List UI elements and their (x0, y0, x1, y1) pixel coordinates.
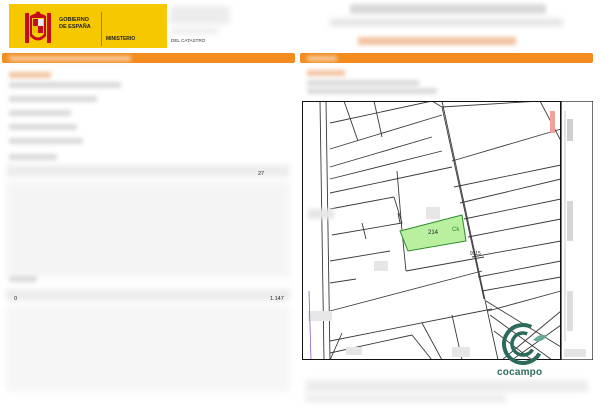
blurred-map-line (307, 80, 419, 86)
value-0: 0 (14, 296, 18, 302)
blurred-footer-line (306, 394, 506, 402)
gov-line1: GOBIERNO (59, 17, 89, 23)
page-header: GOBIERNO DE ESPAÑA MINISTERIO DEL CATAST… (0, 0, 600, 52)
gov-line2: DE ESPAÑA (59, 23, 91, 30)
blurred-line (9, 96, 97, 102)
blurred-header-block (170, 6, 230, 24)
government-logo: GOBIERNO DE ESPAÑA MINISTERIO (9, 4, 167, 48)
blurred-footer-line (306, 380, 588, 392)
blurred-left-heading (9, 56, 131, 61)
blurred-table-header (6, 165, 290, 177)
blurred-reference (358, 37, 516, 45)
right-section-bar (300, 53, 593, 63)
value-27: 27 (258, 171, 265, 177)
blurred-line (9, 110, 71, 116)
blurred-table-body (6, 182, 290, 277)
blurred-line (9, 138, 83, 144)
ministry-label: MINISTERIO (106, 36, 136, 42)
blurred-line (9, 276, 37, 282)
blurred-line (9, 82, 121, 88)
blurred-header-line (170, 28, 218, 34)
blurred-right-heading (307, 56, 337, 61)
blurred-doc-subtitle (330, 19, 563, 26)
blurred-map-label (307, 70, 345, 76)
blurred-label (9, 72, 51, 78)
blurred-line (9, 124, 77, 130)
blurred-line (9, 154, 57, 160)
government-text: GOBIERNO DE ESPAÑA (59, 17, 91, 30)
cocampo-watermark-text: cocampo (497, 367, 543, 378)
blurred-doc-title (350, 4, 546, 14)
value-1147: 1.147 (270, 296, 284, 302)
logo-divider (101, 12, 102, 46)
coat-of-arms-icon (25, 11, 51, 43)
blurred-map-line (307, 88, 437, 94)
blurred-row (6, 289, 290, 301)
catastro-label: DEL CATASTRO (171, 38, 206, 43)
blurred-table-body-2 (6, 306, 290, 392)
